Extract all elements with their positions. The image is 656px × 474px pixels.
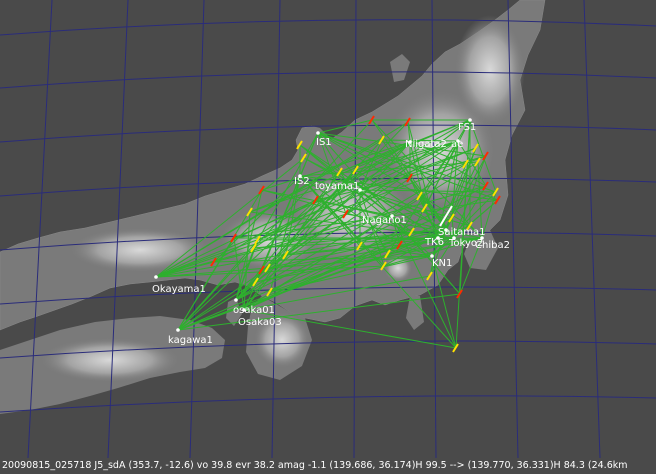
station-label-KN1: KN1 [432,258,452,269]
station-label-Nagano1: Nagano1 [362,215,407,226]
station-label-Niigata2: Niigata2 [405,139,447,150]
station-label-FS1: FS1 [458,122,476,133]
station-label-IS2: IS2 [294,176,310,187]
station-dot-IS1[interactable] [316,131,320,135]
status-text: 20090815_025718 J5_sdA (353.7, -12.6) vo… [2,460,628,471]
station-label-Osaka03: Osaka03 [238,317,282,328]
station-label-TK6: TK6 [424,237,444,248]
relief-tohoku [455,15,525,125]
status-bar: 20090815_025718 J5_sdA (353.7, -12.6) vo… [0,458,656,474]
map-viewer[interactable]: IS1 IS2 toyama1_ Niigata2 ae FS1 Nagano1… [0,0,656,474]
station-dot-Okayama1[interactable] [154,275,158,279]
map-canvas[interactable]: IS1 IS2 toyama1_ Niigata2 ae FS1 Nagano1… [0,0,656,458]
station-label-toyama1: toyama1_ [315,181,365,192]
station-label-Okayama1: Okayama1 [152,284,206,295]
station-label-Chiba2: Chiba2 [475,240,510,251]
relief-shikoku [40,338,180,382]
station-dot-osaka01[interactable] [234,298,238,302]
station-label-IS1: IS1 [316,137,332,148]
station-label-kagawa1: kagawa1 [168,335,213,346]
station-label-ae: ae [451,139,463,150]
station-label-Saitama1: Saitama1 [438,227,486,238]
station-label-osaka01: osaka01 [233,305,275,316]
station-dot-kagawa1[interactable] [176,328,180,332]
